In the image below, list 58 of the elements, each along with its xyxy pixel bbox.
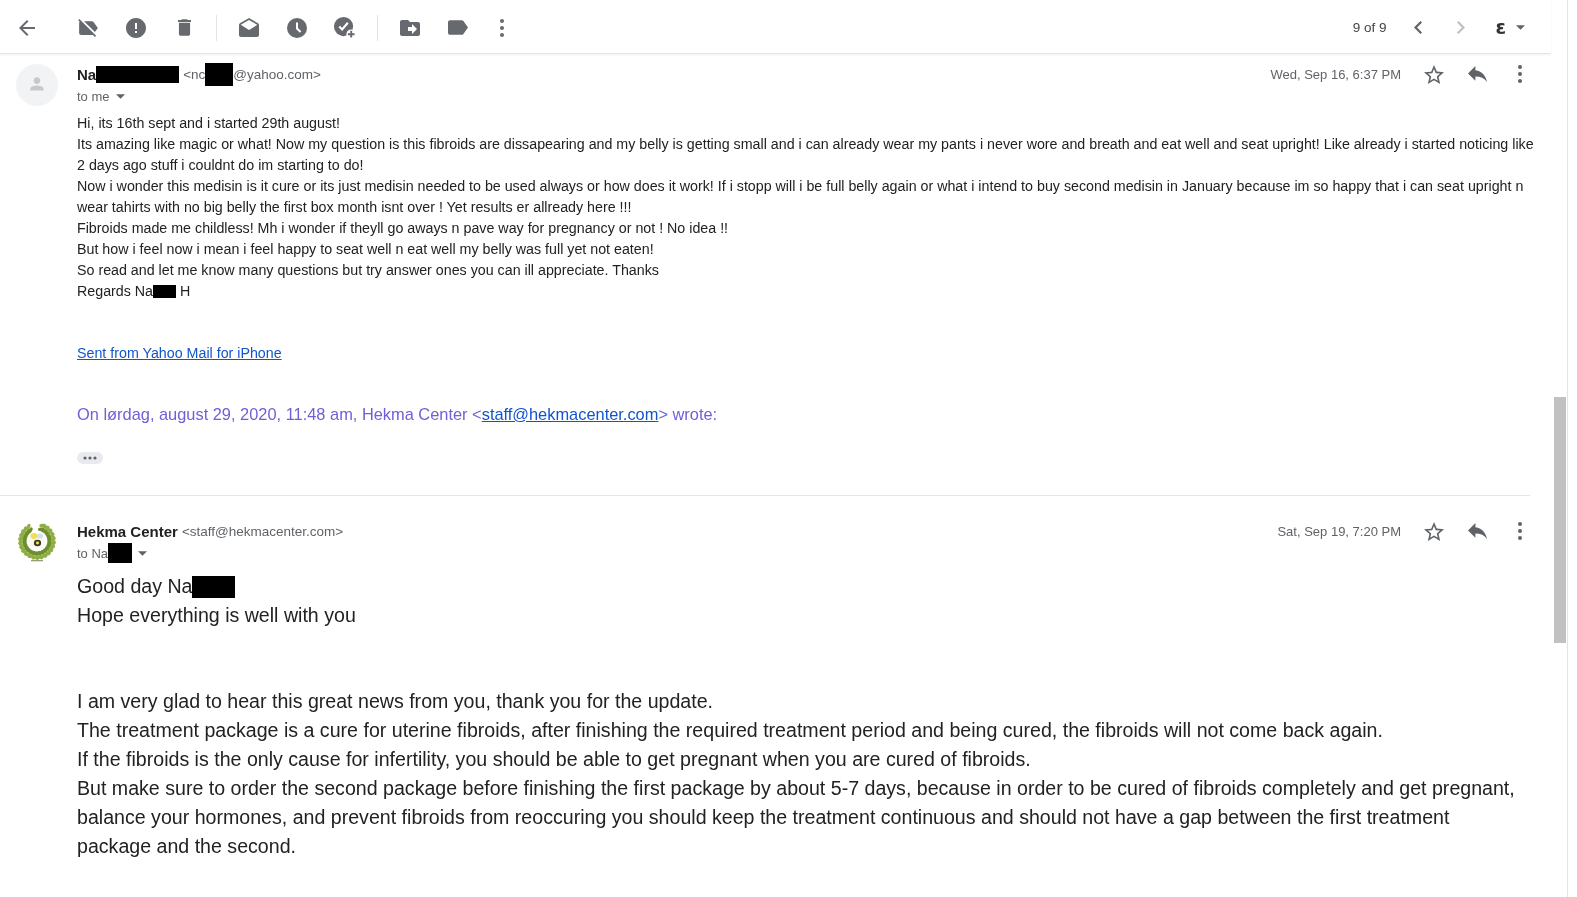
message-text: Regards Na — [77, 283, 154, 299]
message-paragraph: But make sure to order the second package before finishing the first package by about 5-7 days, because in order to be cured of fibroids completely and get pregnant, balance your hormones, and prevent fibroids from reoccuring you should keep the treatment continuous and should not have a gap between the first treatment package and the second. — [77, 776, 1516, 859]
sender-email: @yahoo.com> — [233, 66, 321, 82]
show-trimmed-content-button[interactable] — [77, 452, 103, 464]
reply-arrow-icon — [1467, 66, 1487, 82]
message-paragraph: Hi, its 16th sept and i started 29th august! — [77, 114, 340, 133]
message-paragraph: Hope everything is well with you — [77, 603, 356, 628]
message-paragraph: Fibroids made me childless! Mh i wonder if theyll go aways n pave way for pregnancy or not ! No idea !! — [77, 219, 729, 238]
wreath-emblem-icon — [16, 521, 58, 563]
exclamation-icon — [126, 17, 146, 38]
email-link[interactable]: staff@hekmacenter.com — [481, 405, 659, 423]
message-paragraph: If the fibroids is the only cause for infertility, you should be able to get pregnant when you are cured of fibroids. — [77, 747, 1031, 772]
caret-icon — [138, 550, 148, 556]
crossed-label-icon — [78, 18, 98, 37]
redaction-block — [108, 543, 133, 563]
redaction-block — [205, 62, 234, 86]
caret-icon — [1516, 25, 1525, 30]
reply-arrow-icon — [1467, 523, 1487, 539]
check-plus-icon — [334, 16, 356, 39]
trash-icon — [177, 19, 191, 36]
chevron-left-icon — [1414, 21, 1423, 34]
chevron-right-icon — [1457, 21, 1466, 34]
message-text: H — [179, 283, 191, 299]
star-outline-icon — [1424, 521, 1444, 541]
recipient-text: to me — [77, 88, 110, 104]
account-button[interactable]: ɛ — [1487, 7, 1530, 48]
redaction-block — [153, 285, 177, 298]
caret-icon — [115, 93, 125, 99]
recipient-text: to Na — [77, 545, 109, 561]
sender-email: <nc — [183, 66, 206, 82]
back-arrow-icon — [19, 19, 35, 36]
redaction-block — [192, 576, 236, 598]
scrollbar-thumb[interactable] — [1554, 397, 1566, 643]
ellipsis-icon — [83, 456, 97, 460]
message-paragraph: I am very glad to hear this great news from you, thank you for the update. — [77, 689, 714, 714]
sender-name: Na — [77, 65, 97, 83]
clock-icon — [287, 17, 307, 38]
vertical-dots-icon — [1518, 65, 1522, 83]
quote-header: On lørdag, august 29, 2020, 11:48 am, Hekma Center <staff@hekmacenter.com> wrote: — [77, 404, 718, 425]
star-outline-icon — [1424, 64, 1444, 84]
message-paragraph: But how i feel now i mean i feel happy to seat well n eat well my belly was full yet not eaten! — [77, 240, 654, 259]
vertical-dots-icon — [1518, 522, 1522, 540]
vertical-dots-icon — [500, 18, 504, 37]
message-paragraph: The treatment package is a cure for uterine fibroids, after finishing the required treatment period and being cured, the fibroids will not come back again. — [77, 718, 1383, 743]
message-date: Sat, Sep 19, 7:20 PM — [1277, 523, 1401, 539]
sender-email: <staff@hekmacenter.com> — [181, 523, 344, 539]
signature-link[interactable]: Sent from Yahoo Mail for iPhone — [77, 345, 282, 361]
message-text: Good day Na — [77, 575, 193, 597]
message-paragraph: Now i wonder this medisin is it cure or its just medisin needed to be used always or how does it work! If i stopp will i be full belly again or what i intend to buy second medisin in January because im so happy that i can seat upright n wear tahirts with no big belly the first box month isnt over ! Yet results er allready here !!! — [77, 177, 1525, 217]
person-silhouette-icon — [16, 64, 58, 106]
message-counter: 9 of 9 — [1352, 20, 1387, 35]
tag-icon — [448, 20, 468, 35]
message-date: Wed, Sep 16, 6:37 PM — [1270, 66, 1401, 82]
folder-arrow-icon — [400, 19, 420, 36]
sender-name: Hekma Center — [77, 522, 178, 540]
message-paragraph: So read and let me know many questions but try answer ones you can ill appreciate. Thanks — [77, 261, 659, 280]
envelope-icon — [239, 18, 259, 37]
message-paragraph: Its amazing like magic or what! Now my question is this fibroids are dissapearing and my belly is getting small and i can already wear my pants i never wore and breath and eat well and seat upright! Like already i started noticing like 2 days ago stuff i couldnt do im starting to do! — [77, 135, 1535, 175]
